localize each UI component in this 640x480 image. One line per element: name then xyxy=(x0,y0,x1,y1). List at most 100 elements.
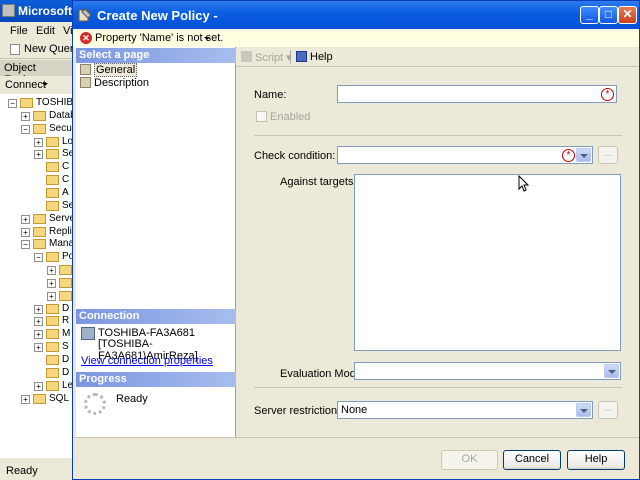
policy-icon xyxy=(78,8,92,22)
expand-icon[interactable]: + xyxy=(34,137,43,147)
dialog-title-bar: Create New Policy - _ □ ✕ xyxy=(73,1,639,29)
tree-node-label: Mana xyxy=(49,238,75,250)
message-bar[interactable]: ✕ Property 'Name' is not set. xyxy=(73,29,639,47)
script-label: Script xyxy=(255,52,284,64)
collapse-icon[interactable]: − xyxy=(34,253,43,263)
object-explorer-tree[interactable]: −TOSHIBA-+Datab−Secur+Lo+SeCCASe+Serve+R… xyxy=(0,94,76,458)
evaluation-mode-label: Evaluation Mode: xyxy=(280,368,365,380)
message-dropdown-icon[interactable] xyxy=(204,37,210,40)
tree-node-label: D xyxy=(62,366,70,378)
divider xyxy=(254,387,622,388)
maximize-button[interactable]: □ xyxy=(599,6,618,24)
tree-node-label: C xyxy=(62,161,70,173)
folder-icon xyxy=(59,265,72,276)
folder-icon xyxy=(46,162,59,173)
object-explorer-title: Object Explorer xyxy=(0,60,76,86)
required-icon: * xyxy=(562,149,575,162)
create-new-policy-dialog: Create New Policy - _ □ ✕ ✕ Property 'Na… xyxy=(72,0,640,480)
expand-icon[interactable]: + xyxy=(47,266,56,276)
mouse-pointer-icon xyxy=(518,175,529,192)
folder-icon xyxy=(46,200,59,211)
object-explorer-toolbar: Connect xyxy=(0,76,76,94)
folder-icon xyxy=(46,303,59,314)
expand-icon[interactable]: + xyxy=(34,317,43,327)
connect-dropdown-icon[interactable] xyxy=(42,83,48,86)
general-page-content: Name: * Enabled Check condition: * ... A… xyxy=(236,67,638,437)
server-icon xyxy=(81,327,95,340)
against-targets-label: Against targets: xyxy=(280,176,357,188)
view-connection-properties-link[interactable]: View connection properties xyxy=(81,355,213,367)
dialog-button-bar: OK Cancel Help xyxy=(73,437,639,479)
folder-icon xyxy=(46,316,59,327)
expand-icon[interactable]: + xyxy=(47,278,56,288)
expand-icon[interactable]: + xyxy=(21,214,30,224)
divider xyxy=(254,135,622,136)
tree-node-label: D xyxy=(62,302,70,314)
check-condition-combo[interactable] xyxy=(337,146,593,164)
toolbar-help-button[interactable]: Help xyxy=(296,51,333,63)
tree-node-label: TOSHIBA- xyxy=(36,97,76,108)
collapse-icon[interactable]: − xyxy=(8,99,17,108)
select-page-header: Select a page xyxy=(76,48,236,63)
server-restriction-combo[interactable]: None xyxy=(337,401,593,419)
server-restriction-label: Server restriction: xyxy=(254,405,341,417)
check-condition-ellipsis-button[interactable]: ... xyxy=(598,146,618,164)
help-icon xyxy=(296,51,307,62)
check-condition-label: Check condition: xyxy=(254,150,336,162)
menu-file[interactable]: File xyxy=(10,25,28,37)
chevron-down-icon[interactable] xyxy=(576,403,591,417)
toolbar-separator xyxy=(290,50,291,64)
page-icon xyxy=(80,77,91,88)
script-button[interactable]: Script ▾ xyxy=(241,51,292,64)
expand-icon[interactable]: + xyxy=(34,150,43,160)
script-icon xyxy=(241,51,252,62)
evaluation-mode-combo[interactable] xyxy=(354,362,621,380)
connect-button[interactable]: Connect xyxy=(5,79,46,91)
tree-node-label: S xyxy=(62,341,69,353)
page-description[interactable]: Description xyxy=(80,77,149,90)
menu-edit[interactable]: Edit xyxy=(36,25,55,37)
expand-icon[interactable]: + xyxy=(21,394,30,404)
collapse-icon[interactable]: − xyxy=(21,124,30,134)
minimize-button[interactable]: _ xyxy=(580,6,599,24)
expand-icon[interactable]: + xyxy=(34,330,43,340)
progress-status: Ready xyxy=(116,393,148,405)
folder-icon xyxy=(46,136,59,147)
page-general[interactable]: General xyxy=(80,63,138,77)
expand-icon[interactable]: + xyxy=(34,343,43,353)
name-input[interactable] xyxy=(337,85,617,103)
expand-icon[interactable]: + xyxy=(21,227,30,237)
ssms-app-icon xyxy=(2,4,15,17)
tree-node-label: A xyxy=(62,186,69,198)
enabled-checkbox[interactable] xyxy=(256,111,267,122)
folder-icon xyxy=(46,187,59,198)
page-general-label: General xyxy=(94,63,138,77)
folder-icon xyxy=(46,367,59,378)
tree-node-label: M xyxy=(62,328,71,340)
collapse-icon[interactable]: − xyxy=(21,240,30,250)
cancel-button[interactable]: Cancel xyxy=(503,450,561,470)
targets-list[interactable] xyxy=(354,174,621,351)
expand-icon[interactable]: + xyxy=(47,291,56,301)
expand-icon[interactable]: + xyxy=(21,111,30,121)
expand-icon[interactable]: + xyxy=(34,304,43,314)
page-description-label: Description xyxy=(94,77,150,89)
page-icon xyxy=(80,64,91,75)
folder-icon xyxy=(46,380,59,391)
folder-icon xyxy=(46,175,59,186)
folder-icon xyxy=(33,393,46,404)
chevron-down-icon[interactable] xyxy=(604,364,619,378)
folder-icon xyxy=(46,149,59,160)
close-button[interactable]: ✕ xyxy=(618,6,637,24)
name-label: Name: xyxy=(254,89,287,101)
expand-icon[interactable]: + xyxy=(34,381,43,391)
help-button[interactable]: Help xyxy=(567,450,625,470)
chevron-down-icon[interactable] xyxy=(576,148,591,162)
new-query-button[interactable]: New Query xyxy=(10,43,79,55)
ok-button[interactable]: OK xyxy=(441,450,498,470)
folder-icon xyxy=(33,226,46,237)
server-restriction-ellipsis-button[interactable]: ... xyxy=(598,401,618,419)
folder-icon xyxy=(33,110,46,121)
folder-icon xyxy=(46,252,59,263)
toolbar-help-label: Help xyxy=(310,51,333,63)
